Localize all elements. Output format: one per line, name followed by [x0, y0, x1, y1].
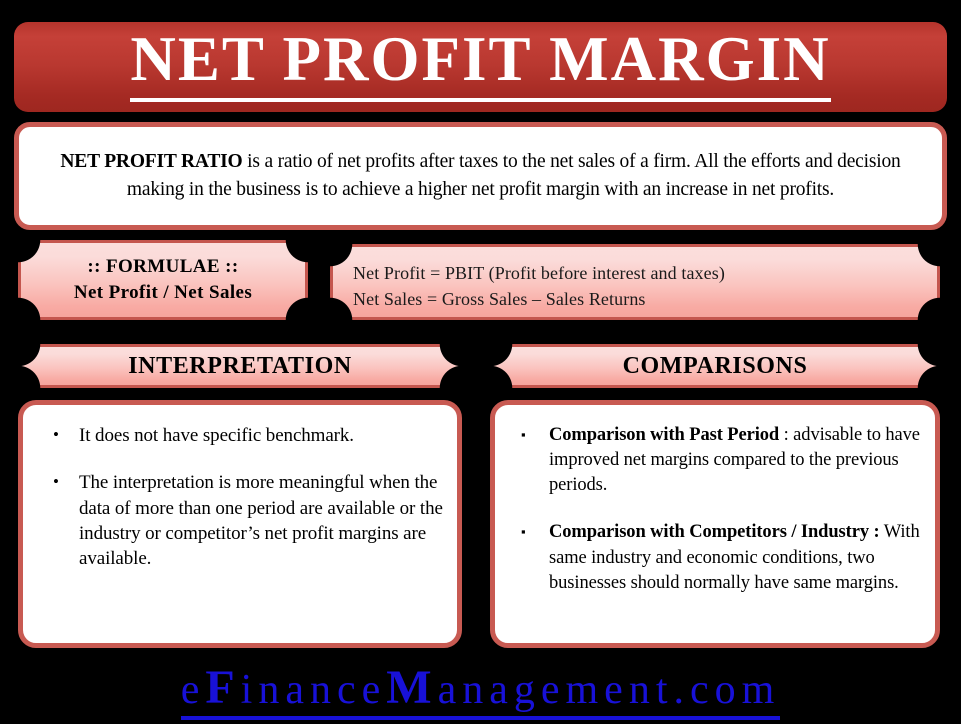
infographic-page: NET PROFIT MARGIN NET PROFIT RATIO is a … — [0, 0, 961, 724]
brand-cap-f: F — [205, 661, 241, 714]
site-footer: eFinanceManagement.com — [0, 662, 961, 722]
brand-part-2: inance — [240, 667, 387, 713]
interpretation-bullet-list: • It does not have specific benchmark. •… — [37, 423, 443, 571]
brand-part-1: e — [180, 667, 206, 713]
interpretation-content-box: • It does not have specific benchmark. •… — [18, 400, 462, 648]
list-item-lead: Comparison with Competitors / Industry : — [549, 522, 880, 543]
bullet-square-icon: ▪ — [521, 524, 526, 540]
definition-box: NET PROFIT RATIO is a ratio of net profi… — [14, 122, 947, 230]
list-item: • The interpretation is more meaningful … — [37, 470, 443, 571]
list-item: ▪ Comparison with Competitors / Industry… — [509, 520, 921, 595]
brand-cap-m: M — [386, 661, 438, 714]
formula-definitions-box: Net Profit = PBIT (Profit before interes… — [330, 244, 940, 320]
interpretation-header-label: INTERPRETATION — [128, 353, 352, 379]
net-sales-definition: Net Sales = Gross Sales – Sales Returns — [353, 289, 646, 309]
definition-body: is a ratio of net profits after taxes to… — [126, 151, 901, 200]
brand-part-3: anagement.com — [437, 667, 781, 713]
formulae-heading: :: FORMULAE :: — [87, 256, 239, 278]
comparisons-content-box: ▪ Comparison with Past Period : advisabl… — [490, 400, 940, 648]
section-header-comparisons: COMPARISONS — [490, 344, 940, 388]
formulae-expression: Net Profit / Net Sales — [73, 282, 253, 303]
comparisons-bullet-list: ▪ Comparison with Past Period : advisabl… — [509, 423, 921, 596]
section-header-interpretation: INTERPRETATION — [18, 344, 462, 388]
list-item-lead: Comparison with Past Period — [549, 425, 780, 445]
list-item: • It does not have specific benchmark. — [37, 423, 443, 448]
net-profit-definition: Net Profit = PBIT (Profit before interes… — [353, 262, 725, 283]
site-branding: eFinanceManagement.com — [180, 661, 781, 720]
definition-text: NET PROFIT RATIO is a ratio of net profi… — [33, 148, 928, 203]
list-item-text: The interpretation is more meaningful wh… — [79, 472, 443, 570]
title-banner: NET PROFIT MARGIN — [14, 22, 947, 112]
definition-lead: NET PROFIT RATIO — [60, 151, 243, 173]
comparisons-header-label: COMPARISONS — [622, 353, 808, 379]
bullet-dot-icon: • — [53, 472, 59, 492]
bullet-dot-icon: • — [53, 425, 59, 444]
list-item-text: It does not have specific benchmark. — [79, 425, 354, 446]
page-title: NET PROFIT MARGIN — [130, 28, 831, 102]
bullet-square-icon: ▪ — [521, 427, 526, 442]
formulae-label-box: :: FORMULAE :: Net Profit / Net Sales — [18, 240, 308, 320]
list-item: ▪ Comparison with Past Period : advisabl… — [509, 423, 921, 498]
